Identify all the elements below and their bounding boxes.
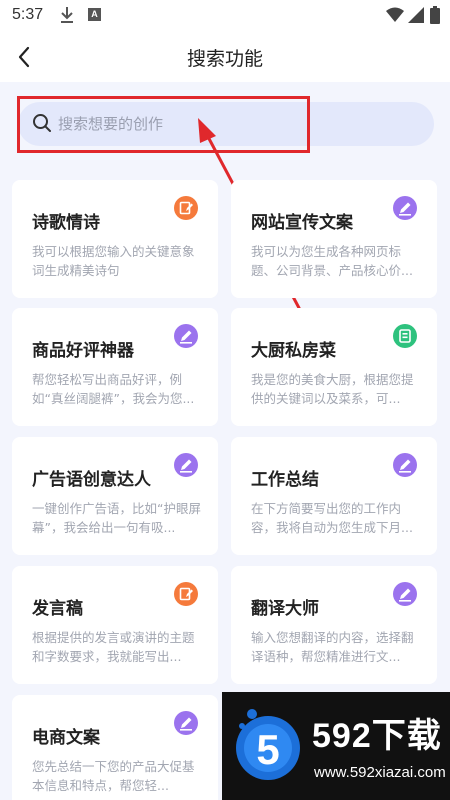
app-notification-icon: A bbox=[88, 8, 101, 21]
card-description: 帮您轻松写出商品好评，例如“真丝阔腿裤”，我会为您... bbox=[32, 372, 195, 406]
feature-card[interactable]: 广告语创意达人一键创作广告语，比如“护眼屏幕”，我会给出一句有吸... bbox=[12, 437, 218, 555]
search-bar[interactable] bbox=[18, 102, 434, 146]
site-logo: 5 bbox=[236, 709, 300, 780]
card-title: 电商文案 bbox=[32, 728, 100, 748]
feature-card[interactable]: 工作总结在下方简要写出您的工作内容，我将自动为您生成下月... bbox=[231, 437, 437, 555]
card-description: 在下方简要写出您的工作内容，我将自动为您生成下月... bbox=[251, 501, 413, 535]
card-description: 根据提供的发言或演讲的主题和字数要求，我就能写出... bbox=[32, 630, 195, 664]
card-description: 我是您的美食大厨，根据您提供的关键词以及菜系，可... bbox=[251, 372, 414, 406]
card-description: 您先总结一下您的产品大促基本信息和特点，帮您轻... bbox=[32, 759, 195, 793]
card-title: 发言稿 bbox=[32, 599, 83, 619]
feature-card[interactable]: 诗歌情诗我可以根据您输入的关键意象词生成精美诗句 bbox=[12, 180, 218, 298]
status-bar: 5:37 A bbox=[0, 0, 450, 32]
wifi-icon bbox=[386, 7, 404, 27]
pencil-icon bbox=[393, 196, 417, 220]
card-title: 商品好评神器 bbox=[32, 341, 134, 361]
feature-card[interactable]: 发言稿根据提供的发言或演讲的主题和字数要求，我就能写出... bbox=[12, 566, 218, 684]
notepad-pencil-icon bbox=[174, 582, 198, 606]
card-description: 输入您想翻译的内容，选择翻译语种，帮您精准进行文... bbox=[251, 630, 414, 664]
header: 搜索功能 bbox=[0, 32, 450, 82]
card-description: 我可以根据您输入的关键意象词生成精美诗句 bbox=[32, 244, 195, 278]
card-title: 工作总结 bbox=[251, 470, 319, 490]
card-description: 我可以为您生成各种网页标题、公司背景、产品核心价... bbox=[251, 244, 413, 278]
search-icon bbox=[32, 113, 52, 137]
feature-card[interactable]: 网站宣传文案我可以为您生成各种网页标题、公司背景、产品核心价... bbox=[231, 180, 437, 298]
status-time: 5:37 bbox=[12, 6, 44, 23]
signal-icon bbox=[408, 7, 424, 27]
pencil-icon bbox=[174, 711, 198, 735]
watermark-url: www.592xiazai.com bbox=[314, 764, 446, 781]
card-title: 诗歌情诗 bbox=[32, 213, 100, 233]
pencil-icon bbox=[174, 453, 198, 477]
document-icon bbox=[393, 324, 417, 348]
card-title: 网站宣传文案 bbox=[251, 213, 353, 233]
feature-card[interactable]: 商品好评神器帮您轻松写出商品好评，例如“真丝阔腿裤”，我会为您... bbox=[12, 308, 218, 426]
card-title: 翻译大师 bbox=[251, 599, 319, 619]
download-icon bbox=[60, 6, 74, 28]
feature-card[interactable]: 翻译大师输入您想翻译的内容，选择翻译语种，帮您精准进行文... bbox=[231, 566, 437, 684]
battery-icon bbox=[430, 6, 440, 28]
logo-text: 5 bbox=[256, 726, 279, 773]
pencil-icon bbox=[393, 582, 417, 606]
pencil-icon bbox=[393, 453, 417, 477]
card-description: 一键创作广告语，比如“护眼屏幕”，我会给出一句有吸... bbox=[32, 501, 201, 535]
feature-card[interactable]: 电商文案您先总结一下您的产品大促基本信息和特点，帮您轻... bbox=[12, 695, 218, 800]
card-title: 大厨私房菜 bbox=[251, 341, 336, 361]
watermark: 5 592下载 www.592xiazai.com bbox=[222, 692, 450, 800]
card-title: 广告语创意达人 bbox=[32, 470, 151, 490]
search-input[interactable] bbox=[58, 102, 418, 146]
page-title: 搜索功能 bbox=[186, 48, 263, 70]
watermark-brand: 592下载 bbox=[312, 717, 442, 755]
notepad-pencil-icon bbox=[174, 196, 198, 220]
pencil-icon bbox=[174, 324, 198, 348]
feature-card[interactable]: 大厨私房菜我是您的美食大厨，根据您提供的关键词以及菜系，可... bbox=[231, 308, 437, 426]
